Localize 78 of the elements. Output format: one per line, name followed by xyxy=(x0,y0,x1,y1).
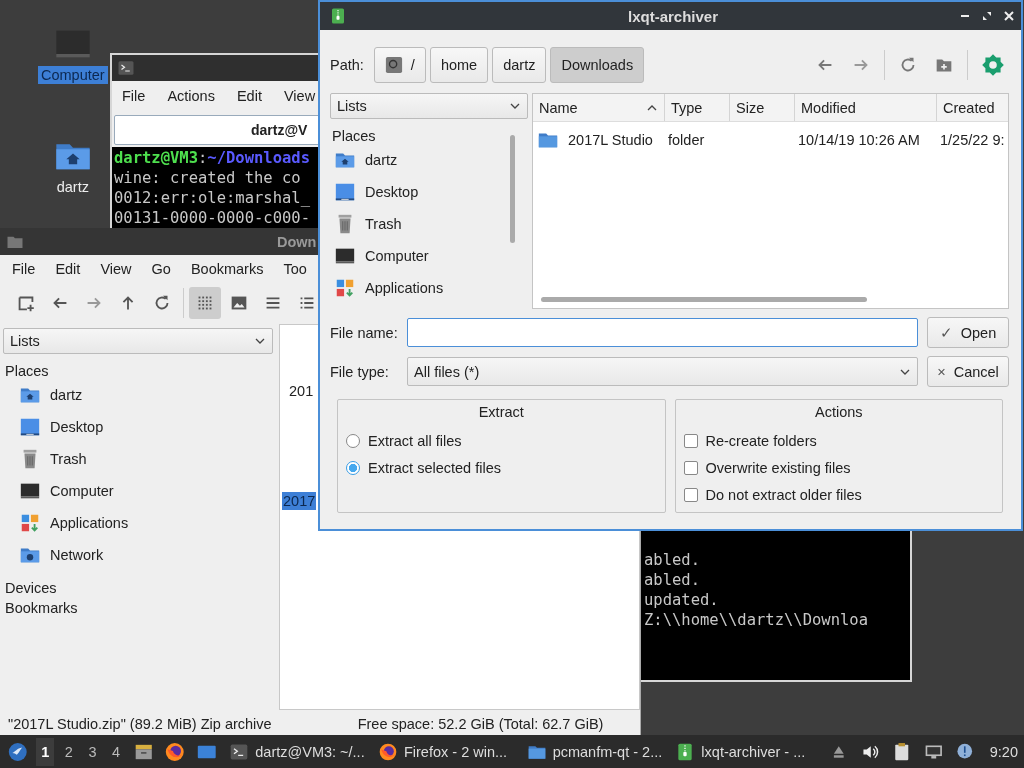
terminal-line: updated. xyxy=(644,590,719,610)
terminal-line: 0012:err:ole:marshal_ xyxy=(114,188,310,208)
menu-item[interactable]: View xyxy=(283,88,316,104)
lists-dropdown[interactable]: Lists xyxy=(330,93,528,119)
file-label[interactable]: 201 xyxy=(288,382,315,400)
workspace-button[interactable]: 2 xyxy=(60,737,78,766)
section-heading[interactable]: Bookmarks xyxy=(3,600,273,616)
path-button[interactable]: dartz xyxy=(492,47,547,83)
menu-item[interactable]: Edit xyxy=(236,88,262,104)
menu-item[interactable]: Too xyxy=(283,260,307,277)
section-heading[interactable]: Places xyxy=(330,128,510,144)
file-type-dropdown[interactable]: All files (*) xyxy=(407,357,918,386)
table-cell[interactable]: 2017L Studio xyxy=(568,132,653,148)
desktop-icon-label[interactable]: Computer xyxy=(38,66,108,84)
open-button[interactable]: ✓ Open xyxy=(927,317,1009,348)
lists-dropdown[interactable]: Lists xyxy=(3,328,273,354)
menu-item[interactable]: View xyxy=(100,260,132,277)
menu-item[interactable]: File xyxy=(12,260,36,277)
workspace-button[interactable]: 1 xyxy=(36,737,55,766)
column-header[interactable]: Name xyxy=(533,94,665,121)
menu-item[interactable]: Actions xyxy=(167,88,215,104)
column-header[interactable]: Type xyxy=(665,94,730,121)
column-header[interactable]: Created xyxy=(937,94,1008,121)
window-title: Down xyxy=(277,233,317,250)
group-title: Extract xyxy=(477,404,525,420)
section-heading[interactable]: Devices xyxy=(3,580,273,596)
section-heading[interactable]: Places xyxy=(3,363,273,379)
option-label[interactable]: Extract selected files xyxy=(368,459,501,476)
group-title: Actions xyxy=(813,404,864,420)
field-label: File type: xyxy=(330,363,390,380)
option-label[interactable]: Extract all files xyxy=(368,432,462,449)
task-button[interactable]: Firefox - 2 win... xyxy=(373,736,517,767)
column-header[interactable]: Size xyxy=(730,94,795,121)
cancel-button[interactable]: × Cancel xyxy=(927,356,1009,387)
menu-item[interactable]: Bookmarks xyxy=(190,260,264,277)
path-button[interactable]: Downloads xyxy=(550,47,645,83)
sidebar-item[interactable]: Network xyxy=(3,539,273,571)
sidebar-item[interactable]: Applications xyxy=(3,507,273,539)
table-cell: 1/25/22 9: xyxy=(940,132,1005,148)
path-button[interactable]: home xyxy=(429,47,489,83)
status-text: Free space: 52.2 GiB (Total: 62.7 GiB) xyxy=(357,715,604,732)
option-label[interactable]: Do not extract older files xyxy=(705,486,862,503)
terminal-line: wine: created the co xyxy=(114,168,301,188)
status-text: "2017L Studio.zip" (89.2 MiB) Zip archive xyxy=(8,715,272,732)
sidebar-item[interactable]: Computer xyxy=(330,240,510,272)
terminal-prompt: dartz@VM3:~/Downloads xyxy=(114,148,310,168)
terminal-line: abled. xyxy=(644,570,700,590)
table-cell: folder xyxy=(668,132,705,148)
clock[interactable]: 9:20 xyxy=(989,743,1018,760)
task-button[interactable]: dartz@VM3: ~/... xyxy=(225,736,368,767)
desktop-icon-label[interactable]: dartz xyxy=(53,178,92,196)
path-button[interactable]: / xyxy=(373,47,426,83)
column-header[interactable]: Modified xyxy=(795,94,937,121)
sidebar-item[interactable]: Applications xyxy=(330,272,510,304)
file-label[interactable]: 2017 xyxy=(282,492,317,510)
option-label[interactable]: Overwrite existing files xyxy=(705,459,851,476)
option-label[interactable]: Re-create folders xyxy=(705,432,817,449)
task-button[interactable]: pcmanfm-qt - 2... xyxy=(522,736,666,767)
field-label: File name: xyxy=(330,324,398,341)
path-label: Path: xyxy=(330,57,364,73)
menu-item[interactable]: Go xyxy=(151,260,171,277)
menu-item[interactable]: Edit xyxy=(55,260,81,277)
workspace-button[interactable]: 3 xyxy=(83,737,102,766)
window-title: lxqt-archiver xyxy=(626,7,719,25)
table-cell: 10/14/19 10:26 AM xyxy=(798,132,920,148)
sidebar-item[interactable]: Desktop xyxy=(3,411,273,443)
workspace-button[interactable]: 4 xyxy=(107,737,125,766)
terminal-line: 00131-0000-0000-c000- xyxy=(114,208,310,228)
sidebar-item[interactable]: Trash xyxy=(330,208,510,240)
task-button[interactable]: lxqt-archiver - ... xyxy=(671,736,815,767)
sidebar-item[interactable]: dartz xyxy=(3,379,273,411)
menu-item[interactable]: File xyxy=(122,88,146,104)
terminal-line: Z:\\home\\dartz\\Downloa xyxy=(644,610,868,630)
sidebar-item[interactable]: dartz xyxy=(330,144,510,176)
sidebar-item[interactable]: Computer xyxy=(3,475,273,507)
terminal-line: abled. xyxy=(644,550,700,570)
sidebar-item[interactable]: Desktop xyxy=(330,176,510,208)
sidebar-item[interactable]: Trash xyxy=(3,443,273,475)
